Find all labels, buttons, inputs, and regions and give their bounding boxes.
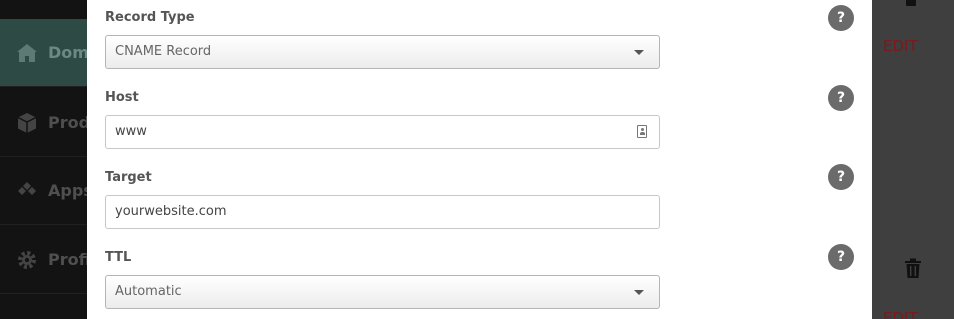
sidebar-item-label: Domains xyxy=(48,43,87,62)
sidebar-item-products[interactable]: Products xyxy=(0,89,87,157)
host-value: www xyxy=(115,124,147,139)
home-icon xyxy=(14,40,40,66)
host-help-icon[interactable]: ? xyxy=(828,85,854,111)
host-input[interactable]: www xyxy=(105,115,660,149)
target-input[interactable]: yourwebsite.com xyxy=(105,195,660,229)
sidebar-item-domains[interactable]: Domains xyxy=(0,19,87,87)
chevron-down-icon xyxy=(634,290,644,295)
record-type-label: Record Type xyxy=(105,10,195,25)
sidebar: Domains Products Apps Profile xyxy=(0,0,87,319)
sidebar-item-label: Profile xyxy=(48,250,87,269)
host-label: Host xyxy=(105,90,139,105)
sidebar-item-label: Apps xyxy=(48,181,87,200)
ttl-label: TTL xyxy=(105,250,132,265)
sidebar-item-label: Products xyxy=(48,113,87,132)
ttl-select[interactable]: Automatic xyxy=(105,275,660,309)
sidebar-item-apps[interactable]: Apps xyxy=(0,157,87,225)
target-value: yourwebsite.com xyxy=(115,204,227,219)
trash-icon[interactable] xyxy=(904,258,922,283)
sidebar-item-profile[interactable]: Profile xyxy=(0,226,87,294)
record-type-help-icon[interactable]: ? xyxy=(828,5,854,31)
target-label: Target xyxy=(105,170,152,185)
contact-card-icon[interactable] xyxy=(637,125,647,138)
target-help-icon[interactable]: ? xyxy=(828,164,854,190)
edit-link[interactable]: EDIT xyxy=(883,309,918,319)
gear-icon xyxy=(14,247,40,273)
dns-record-modal: Record Type ? CNAME Record Host ? www Ta… xyxy=(87,0,872,319)
chevron-down-icon xyxy=(634,50,644,55)
ttl-value: Automatic xyxy=(115,284,182,299)
box-icon xyxy=(14,110,40,136)
record-type-value: CNAME Record xyxy=(115,44,212,59)
ttl-help-icon[interactable]: ? xyxy=(828,244,854,270)
record-type-select[interactable]: CNAME Record xyxy=(105,35,660,69)
edit-link[interactable]: EDIT xyxy=(883,37,918,55)
trash-icon[interactable] xyxy=(904,0,918,10)
apps-icon xyxy=(14,178,40,204)
